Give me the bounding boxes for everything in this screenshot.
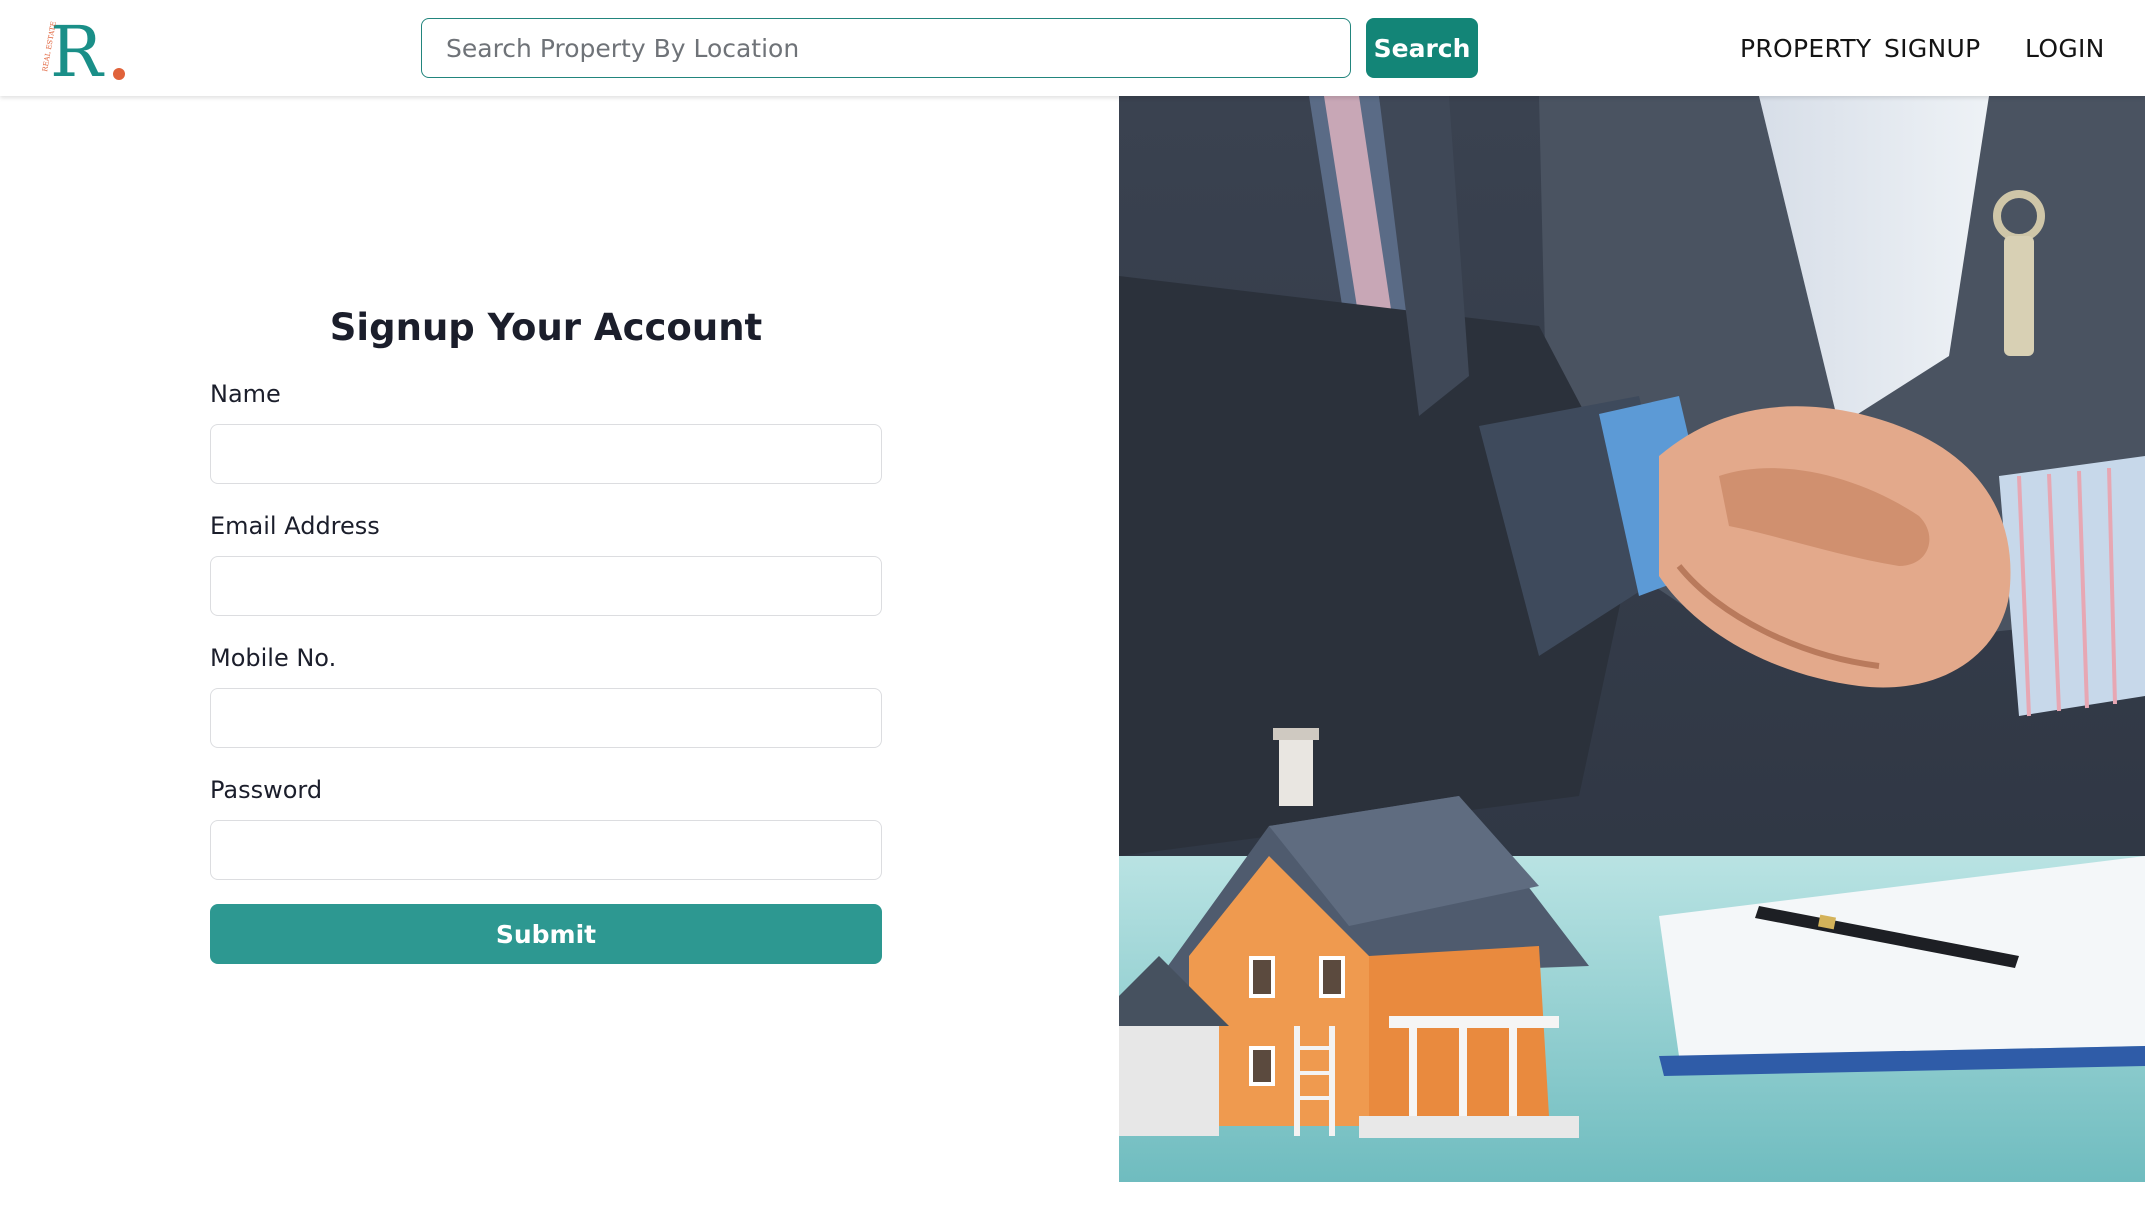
nav-property-link[interactable]: PROPERTY [1740, 32, 1872, 66]
email-label: Email Address [210, 512, 380, 540]
form-title: Signup Your Account [329, 306, 763, 349]
handshake-house-illustration [1119, 96, 2145, 1182]
submit-button[interactable]: Submit [210, 904, 882, 964]
nav-login-link[interactable]: LOGIN [2025, 32, 2105, 66]
logo-dot [113, 68, 125, 80]
logo-letter: R [50, 12, 105, 86]
email-input[interactable] [210, 556, 882, 616]
brand-logo[interactable]: R REAL ESTATE [36, 11, 128, 93]
mobile-input[interactable] [210, 688, 882, 748]
hero-image [1119, 96, 2145, 1182]
navbar: R REAL ESTATE Search PROPERTY SIGNUP LOG… [0, 0, 2145, 96]
nav-signup-link[interactable]: SIGNUP [1884, 32, 1981, 66]
name-input[interactable] [210, 424, 882, 484]
password-input[interactable] [210, 820, 882, 880]
logo-icon: R REAL ESTATE [41, 11, 125, 93]
mobile-label: Mobile No. [210, 644, 337, 672]
password-label: Password [210, 776, 323, 804]
name-label: Name [210, 380, 281, 408]
search-button[interactable]: Search [1366, 18, 1478, 78]
search-input[interactable] [421, 18, 1351, 78]
